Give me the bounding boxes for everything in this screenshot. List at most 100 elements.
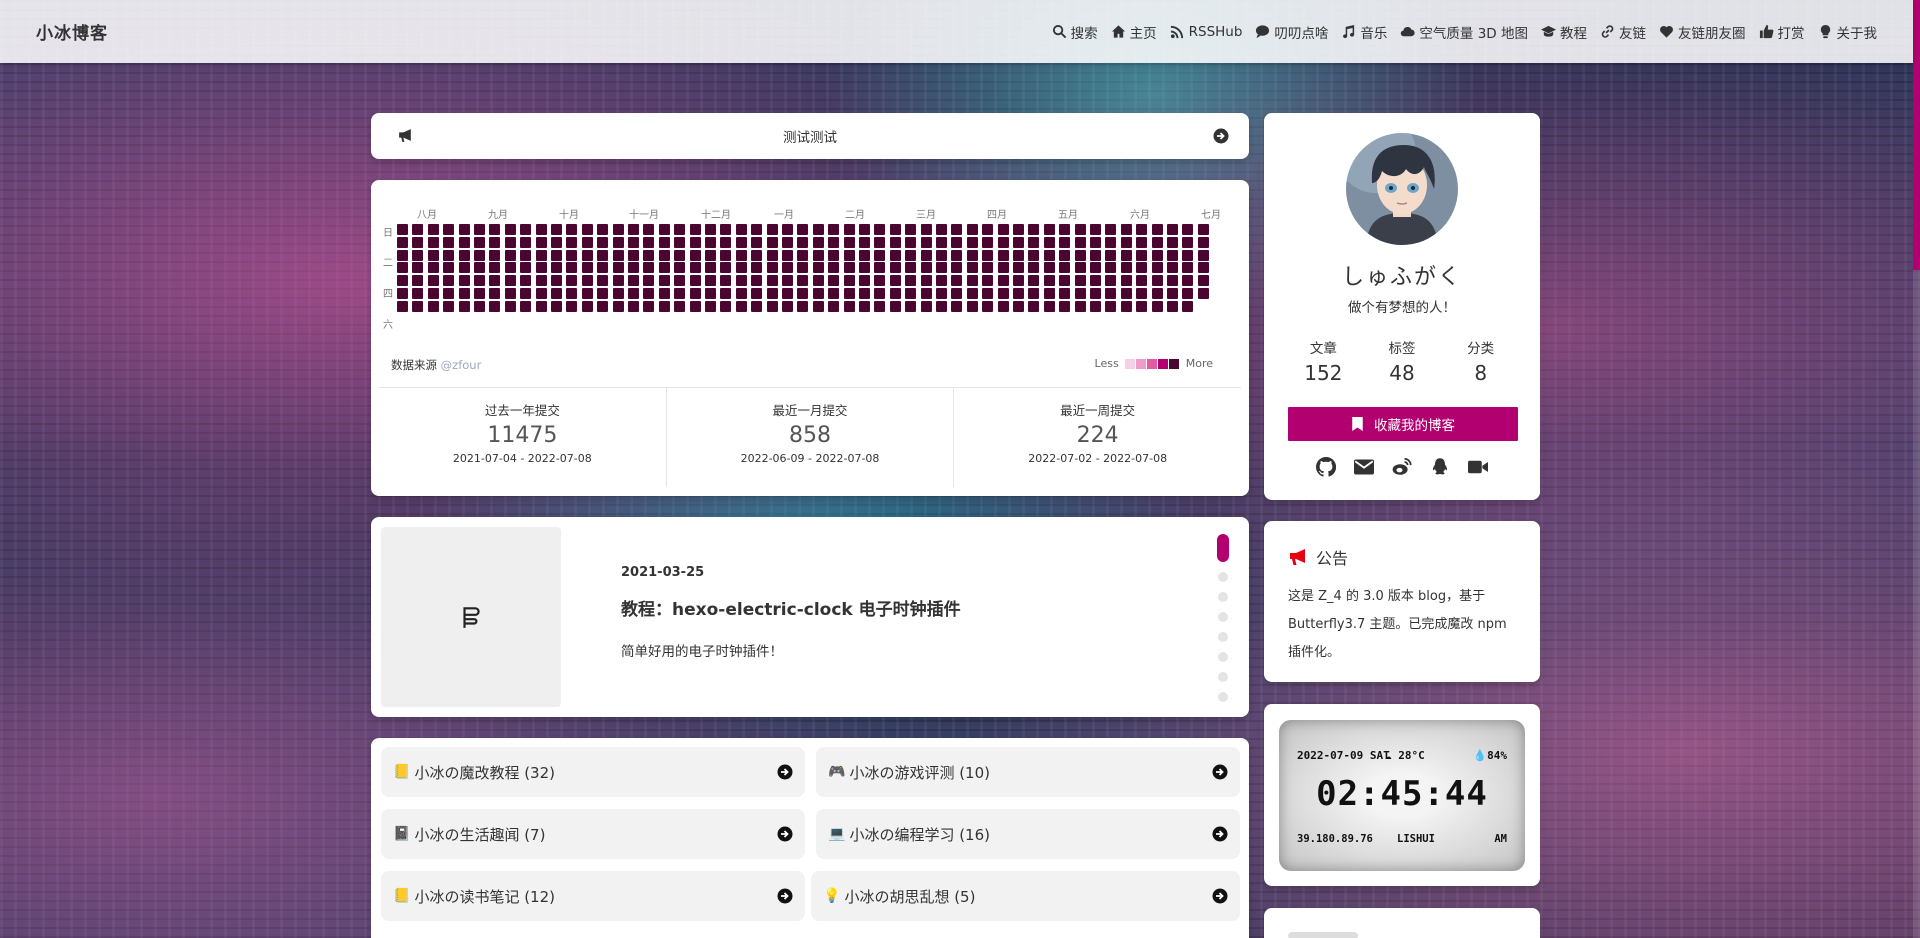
contribution-cell[interactable]: [1167, 236, 1178, 248]
contribution-cell[interactable]: [612, 275, 624, 286]
contribution-cell[interactable]: [705, 275, 716, 286]
contribution-cell[interactable]: [920, 275, 932, 286]
slider-dot-active[interactable]: [1217, 534, 1229, 562]
nav-friend-circle[interactable]: 友链朋友圈: [1659, 22, 1746, 42]
contribution-cell[interactable]: [1013, 287, 1024, 299]
contribution-cell[interactable]: [874, 275, 886, 286]
contribution-cell[interactable]: [1197, 236, 1209, 248]
contribution-cell[interactable]: [489, 236, 501, 248]
contribution-cell[interactable]: [597, 249, 609, 261]
contribution-cell[interactable]: [1013, 224, 1024, 235]
contribution-cell[interactable]: [1013, 275, 1024, 286]
contribution-cell[interactable]: [458, 249, 470, 261]
contribution-cell[interactable]: [581, 224, 593, 235]
contribution-cell[interactable]: [751, 249, 763, 261]
contribution-cell[interactable]: [951, 300, 963, 312]
contribution-cell[interactable]: [535, 287, 547, 299]
contribution-cell[interactable]: [566, 287, 578, 299]
contribution-cell[interactable]: [1120, 287, 1132, 299]
contribution-cell[interactable]: [1059, 287, 1071, 299]
contribution-cell[interactable]: [1120, 249, 1132, 261]
contribution-cell[interactable]: [705, 236, 716, 248]
contribution-cell[interactable]: [1167, 262, 1178, 274]
contribution-cell[interactable]: [1136, 262, 1148, 274]
contribution-cell[interactable]: [658, 300, 670, 312]
contribution-cell[interactable]: [443, 224, 455, 235]
contribution-cell[interactable]: [427, 287, 439, 299]
video-icon[interactable]: [1468, 457, 1488, 477]
contribution-cell[interactable]: [920, 224, 932, 235]
contribution-cell[interactable]: [520, 262, 532, 274]
contribution-cell[interactable]: [859, 224, 870, 235]
contribution-cell[interactable]: [520, 300, 532, 312]
contribution-cell[interactable]: [535, 275, 547, 286]
contribution-cell[interactable]: [705, 300, 716, 312]
contribution-cell[interactable]: [689, 262, 701, 274]
contribution-cell[interactable]: [812, 249, 824, 261]
contribution-cell[interactable]: [966, 287, 978, 299]
contribution-cell[interactable]: [443, 287, 455, 299]
contribution-cell[interactable]: [1090, 262, 1101, 274]
contribution-cell[interactable]: [551, 249, 562, 261]
contribution-cell[interactable]: [612, 224, 624, 235]
site-data-tags[interactable]: 标签 48: [1363, 337, 1442, 385]
contribution-cell[interactable]: [597, 287, 609, 299]
contribution-cell[interactable]: [535, 249, 547, 261]
contribution-cell[interactable]: [643, 224, 655, 235]
arrow-circle-right-icon[interactable]: [1213, 128, 1229, 144]
contribution-cell[interactable]: [859, 262, 870, 274]
contribution-cell[interactable]: [720, 236, 732, 248]
contribution-cell[interactable]: [828, 275, 840, 286]
contribution-cell[interactable]: [936, 224, 947, 235]
contribution-cell[interactable]: [1074, 262, 1086, 274]
category-item[interactable]: 💡 小冰の胡思乱想 (5): [811, 871, 1240, 921]
contribution-cell[interactable]: [1151, 287, 1163, 299]
contribution-cell[interactable]: [997, 300, 1009, 312]
contribution-cell[interactable]: [720, 275, 732, 286]
contribution-cell[interactable]: [936, 275, 947, 286]
contribution-cell[interactable]: [520, 287, 532, 299]
contribution-cell[interactable]: [797, 262, 809, 274]
envelope-icon[interactable]: [1354, 457, 1374, 477]
contribution-cell[interactable]: [443, 262, 455, 274]
nav-search[interactable]: 搜索: [1052, 22, 1098, 42]
contribution-cell[interactable]: [1167, 224, 1178, 235]
contribution-cell[interactable]: [628, 287, 639, 299]
contribution-cell[interactable]: [843, 236, 855, 248]
contribution-cell[interactable]: [1197, 287, 1209, 299]
contribution-cell[interactable]: [920, 249, 932, 261]
contribution-cell[interactable]: [1043, 262, 1055, 274]
contribution-cell[interactable]: [674, 287, 686, 299]
contribution-cell[interactable]: [412, 287, 424, 299]
contribution-cell[interactable]: [997, 236, 1009, 248]
contribution-cell[interactable]: [643, 287, 655, 299]
contribution-cell[interactable]: [1043, 300, 1055, 312]
contribution-cell[interactable]: [1120, 224, 1132, 235]
contribution-cell[interactable]: [905, 275, 917, 286]
contribution-cell[interactable]: [1151, 300, 1163, 312]
nav-about[interactable]: 关于我: [1818, 22, 1877, 42]
contribution-cell[interactable]: [1167, 287, 1178, 299]
contribution-cell[interactable]: [1013, 262, 1024, 274]
contribution-cell[interactable]: [874, 236, 886, 248]
contribution-cell[interactable]: [812, 275, 824, 286]
contribution-cell[interactable]: [812, 236, 824, 248]
contribution-cell[interactable]: [458, 262, 470, 274]
contribution-cell[interactable]: [982, 249, 994, 261]
contribution-cell[interactable]: [936, 287, 947, 299]
contribution-cell[interactable]: [1167, 249, 1178, 261]
contribution-cell[interactable]: [1074, 300, 1086, 312]
contribution-cell[interactable]: [628, 224, 639, 235]
contribution-cell[interactable]: [689, 300, 701, 312]
contribution-cell[interactable]: [797, 275, 809, 286]
contribution-cell[interactable]: [828, 236, 840, 248]
contribution-cell[interactable]: [443, 300, 455, 312]
contribution-cell[interactable]: [1013, 236, 1024, 248]
contribution-cell[interactable]: [1074, 236, 1086, 248]
contribution-cell[interactable]: [458, 300, 470, 312]
contribution-cell[interactable]: [474, 300, 485, 312]
contribution-cell[interactable]: [1059, 262, 1071, 274]
contribution-cell[interactable]: [1182, 275, 1194, 286]
contribution-cell[interactable]: [1120, 236, 1132, 248]
contribution-cell[interactable]: [766, 300, 778, 312]
